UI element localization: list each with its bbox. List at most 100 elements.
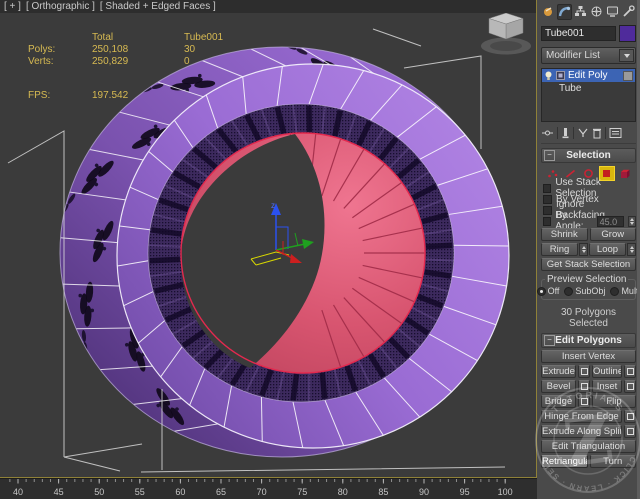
loop-spinner[interactable] (627, 243, 636, 256)
stats-verts-label: Verts: (28, 56, 92, 68)
stack-item-label: Tube (559, 83, 581, 94)
stack-item-edit-poly[interactable]: Edit Poly (542, 69, 635, 82)
viewport-statistics: Total Tube001 Polys: 250,108 30 Verts: 2… (28, 32, 244, 102)
hinge-settings-button[interactable] (624, 410, 636, 423)
grow-button[interactable]: Grow (590, 228, 637, 241)
modifier-list-dropdown[interactable]: Modifier List (541, 47, 636, 64)
radio-icon[interactable] (610, 287, 619, 296)
get-stack-selection-button[interactable]: Get Stack Selection (541, 258, 636, 271)
viewport-menu-pov[interactable]: [ Orthographic ] (26, 0, 95, 13)
checkbox-icon[interactable] (543, 184, 551, 193)
pin-stack-icon[interactable] (541, 127, 554, 139)
viewcube[interactable] (481, 13, 531, 55)
edit-triangulation-button[interactable]: Edit Triangulation (541, 440, 636, 453)
track-bar[interactable]: 404550556065707580859095100 (0, 478, 537, 499)
insert-vertex-button[interactable]: Insert Vertex (541, 350, 636, 363)
checkbox-by-angle[interactable]: By Angle: 45.0 (543, 216, 636, 226)
rollout-title: Edit Polygons (555, 335, 622, 346)
svg-text:75: 75 (297, 487, 307, 497)
turn-button[interactable]: Turn (590, 455, 637, 468)
extrude-button[interactable]: Extrude (541, 365, 576, 378)
svg-text:70: 70 (257, 487, 267, 497)
bevel-settings-button[interactable] (578, 380, 590, 393)
modifier-stack-toolbar (541, 124, 636, 144)
svg-text:80: 80 (338, 487, 348, 497)
make-unique-icon[interactable] (577, 127, 589, 139)
modifier-list-label: Modifier List (546, 50, 600, 61)
stack-item-label: Edit Poly (568, 70, 607, 81)
svg-text:85: 85 (378, 487, 388, 497)
tab-modify[interactable] (557, 4, 572, 20)
tab-hierarchy[interactable] (573, 4, 588, 20)
bevel-button[interactable]: Bevel (541, 380, 576, 393)
radio-subobj[interactable]: SubObj (564, 286, 605, 296)
rollout-selection[interactable]: − Selection (541, 148, 636, 163)
stats-verts-total: 250,829 (92, 56, 184, 68)
selection-status: 30 Polygons Selected (541, 307, 636, 329)
flip-button[interactable]: Flip (592, 395, 636, 408)
checkbox-icon[interactable] (543, 195, 552, 204)
radio-multi[interactable]: Multi (610, 286, 640, 296)
retriangulate-button[interactable]: Retriangulate (541, 455, 588, 468)
svg-text:50: 50 (94, 487, 104, 497)
extrude-along-spline-button[interactable]: Extrude Along Spline (541, 425, 622, 438)
chevron-down-icon[interactable] (619, 49, 634, 62)
object-name-input[interactable] (541, 26, 616, 41)
show-end-result-icon[interactable] (561, 127, 570, 139)
extrude-along-spline-settings-button[interactable] (624, 425, 636, 438)
svg-text:40: 40 (13, 487, 23, 497)
group-title: Preview Selection (545, 274, 628, 285)
tab-create[interactable] (541, 4, 556, 20)
tab-utilities[interactable] (621, 4, 636, 20)
configure-modifier-sets-icon[interactable] (609, 127, 622, 139)
svg-text:95: 95 (460, 487, 470, 497)
bridge-button[interactable]: Bridge (541, 395, 576, 408)
inset-settings-button[interactable] (624, 380, 636, 393)
stack-item-tube[interactable]: Tube (542, 82, 635, 95)
checkbox-use-stack-selection[interactable]: Use Stack Selection (543, 183, 636, 193)
3dsmax-window: z [ + ] [ Orthographic ] [ Shaded + Edge… (0, 0, 640, 499)
collapse-icon[interactable]: − (544, 335, 555, 346)
viewport-label-bar: [ + ] [ Orthographic ] [ Shaded + Edged … (0, 0, 540, 13)
shrink-button[interactable]: Shrink (541, 228, 588, 241)
ring-button[interactable]: Ring (541, 243, 578, 256)
radio-off[interactable]: Off (537, 286, 560, 296)
radio-icon[interactable] (537, 287, 546, 296)
object-color-swatch[interactable] (619, 25, 636, 42)
outline-button[interactable]: Outline (592, 365, 622, 378)
tab-motion[interactable] (589, 4, 604, 20)
by-angle-spinner[interactable] (628, 216, 636, 227)
viewport-menu-shading[interactable]: [ Shaded + Edged Faces ] (100, 0, 216, 13)
stats-fps-label: FPS: (28, 90, 92, 102)
stats-fps-value: 197.542 (92, 90, 184, 102)
hinge-from-edge-button[interactable]: Hinge From Edge (541, 410, 622, 423)
bridge-settings-button[interactable] (578, 395, 590, 408)
inset-button[interactable]: Inset (592, 380, 622, 393)
collapse-icon[interactable]: − (544, 150, 555, 161)
svg-text:100: 100 (498, 487, 513, 497)
by-angle-value[interactable]: 45.0 (597, 216, 624, 227)
ring-spinner[interactable] (579, 243, 588, 256)
command-panel: Modifier List Edit Poly Tube (537, 0, 640, 499)
stats-col-object: Tube001 (184, 32, 244, 44)
stats-polys-label: Polys: (28, 44, 92, 56)
preview-selection-group: Preview Selection Off SubObj Multi (541, 279, 636, 300)
svg-text:45: 45 (54, 487, 64, 497)
checkbox-icon[interactable] (543, 217, 551, 226)
viewport-3d[interactable]: z [ + ] [ Orthographic ] [ Shaded + Edge… (0, 0, 536, 477)
svg-text:65: 65 (216, 487, 226, 497)
radio-label: SubObj (575, 286, 605, 296)
stats-verts-object: 0 (184, 56, 244, 68)
checkbox-icon[interactable] (543, 206, 552, 215)
extrude-settings-button[interactable] (578, 365, 590, 378)
loop-button[interactable]: Loop (589, 243, 626, 256)
tab-display[interactable] (605, 4, 620, 20)
remove-modifier-icon[interactable] (592, 127, 602, 139)
tube-object[interactable] (60, 42, 509, 457)
radio-icon[interactable] (564, 287, 573, 296)
outline-settings-button[interactable] (624, 365, 636, 378)
viewport-menu-general[interactable]: [ + ] (4, 0, 21, 13)
rollout-edit-polygons[interactable]: − Edit Polygons (541, 333, 636, 348)
stack-item-toggle[interactable] (623, 71, 633, 81)
bulb-icon[interactable] (544, 71, 553, 81)
